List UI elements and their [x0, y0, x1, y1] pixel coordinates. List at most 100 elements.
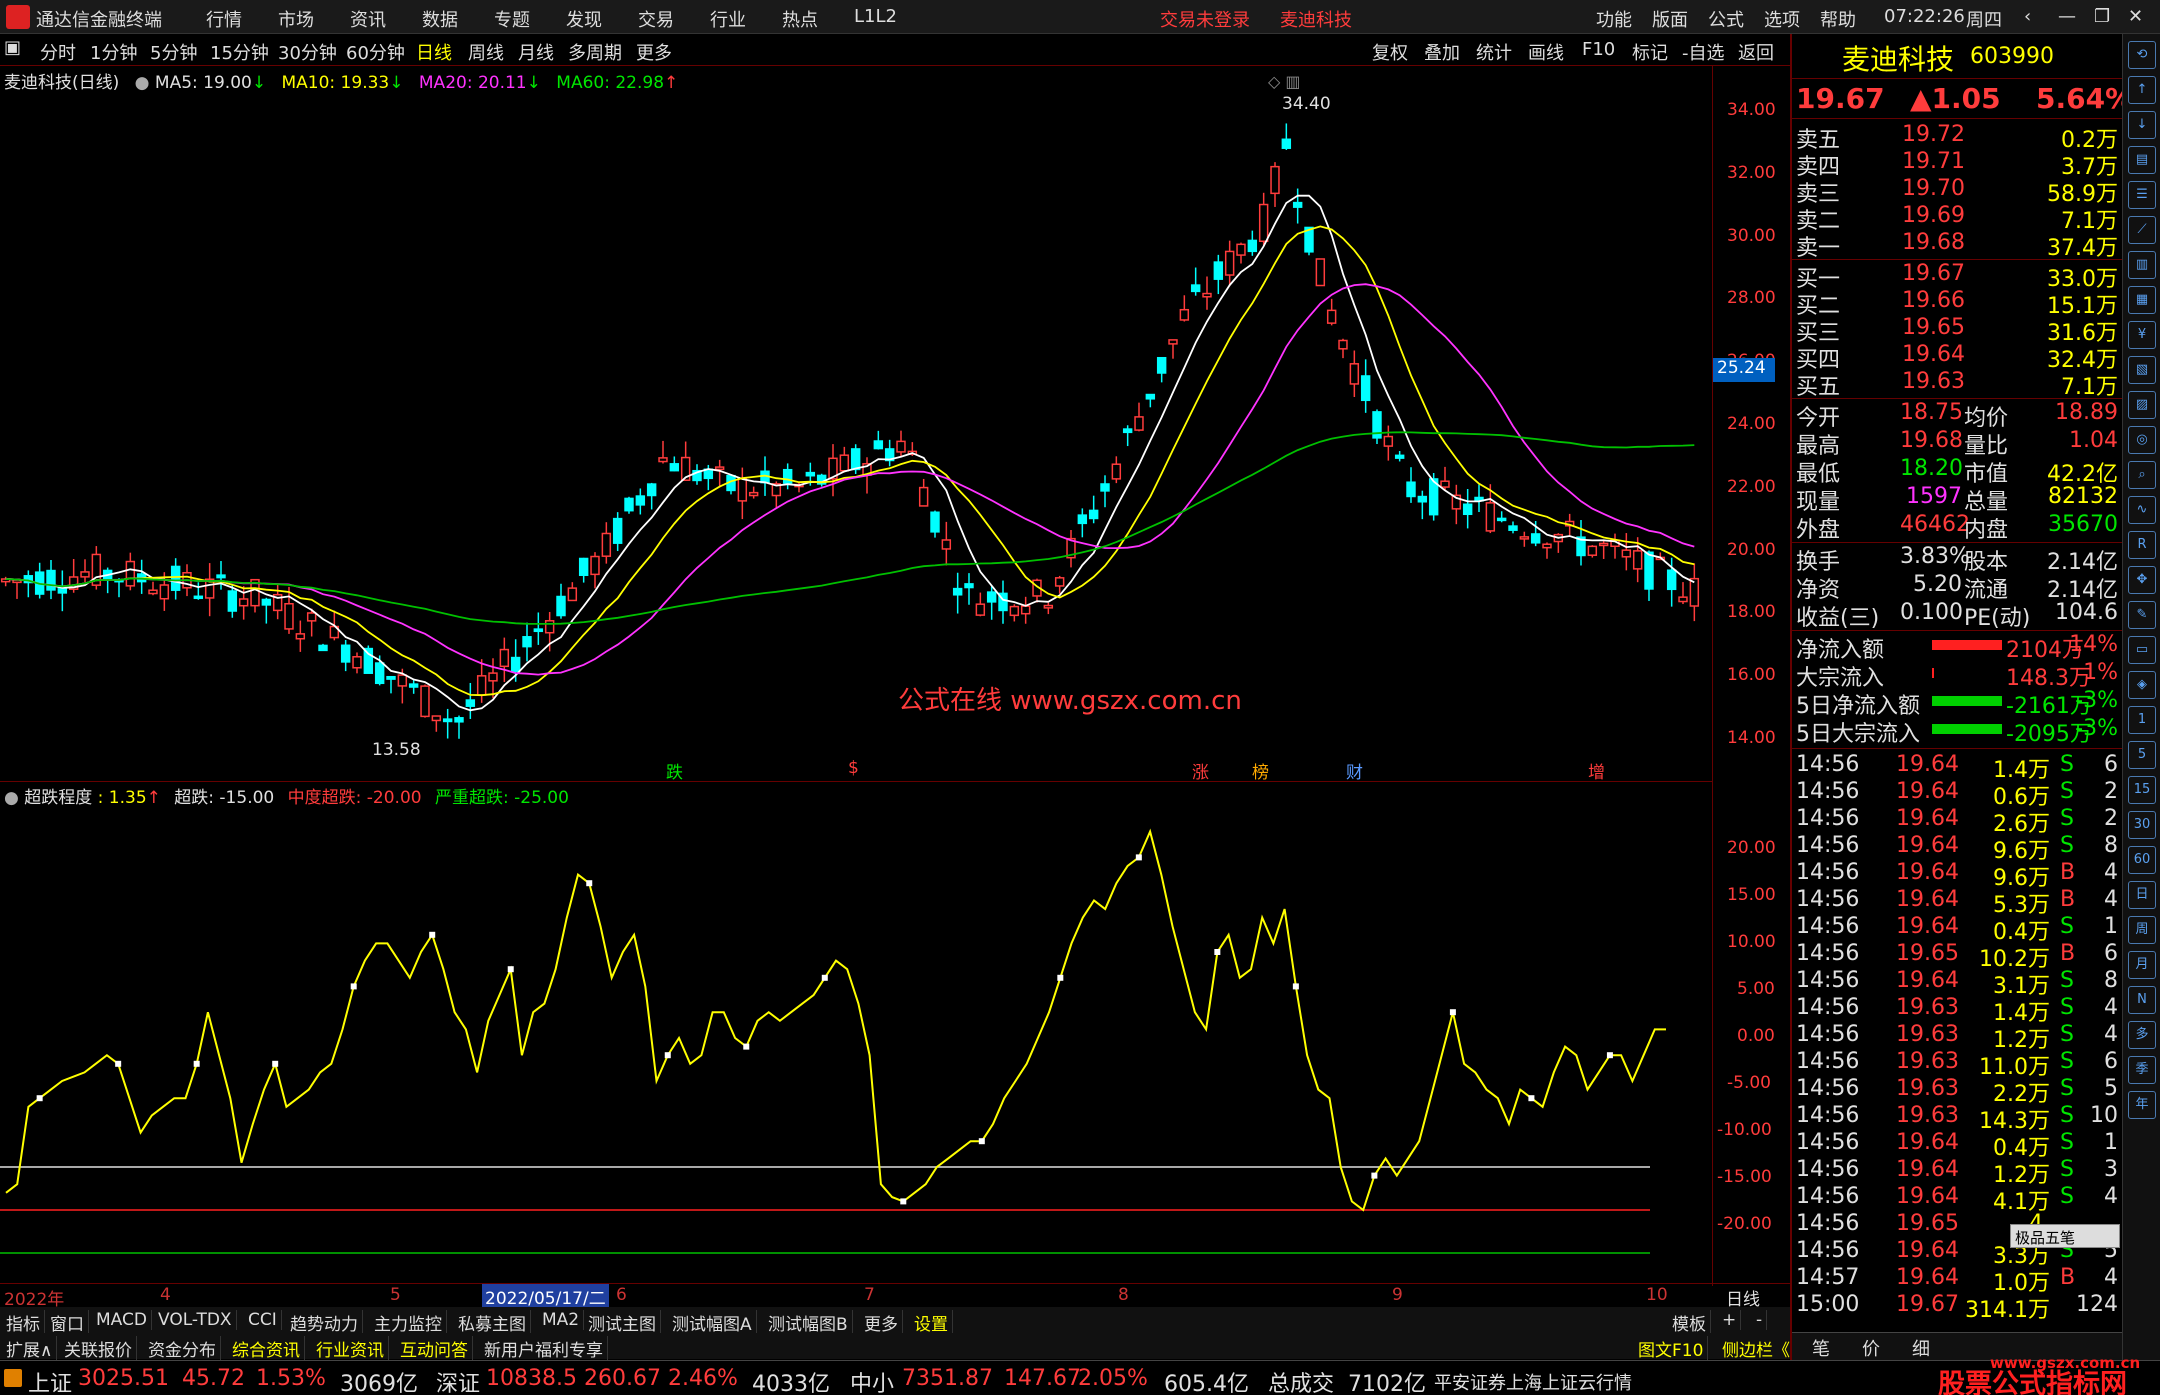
info-tab[interactable]: 互动问答 [396, 1336, 473, 1361]
tool-button[interactable]: 画线 [1528, 39, 1564, 65]
info-tab[interactable]: 关联报价 [60, 1336, 137, 1361]
tick-row[interactable]: 14:56 19.64 0.6万 S 2 [1792, 779, 2122, 810]
period-tab[interactable]: 月线 [518, 39, 554, 65]
panel-tab[interactable]: 价 [1862, 1335, 1880, 1361]
period-tab[interactable]: 15分钟 [210, 39, 269, 65]
tool-button[interactable]: 统计 [1476, 39, 1512, 65]
table-icon[interactable]: ▦ [2128, 286, 2156, 314]
menu-item[interactable]: 行业 [710, 6, 746, 32]
bid-row[interactable]: 买一 19.67 33.0万 [1792, 261, 2122, 292]
indicator-tab[interactable]: 测试主图 [584, 1310, 661, 1335]
index-label[interactable]: 中小 [850, 1366, 894, 1395]
menu-item[interactable]: L1L2 [854, 6, 897, 27]
tick-row[interactable]: 14:56 19.64 1.4万 S 6 [1792, 752, 2122, 783]
event-marker[interactable]: $ [848, 758, 859, 778]
compass-icon[interactable]: ◎ [2128, 426, 2156, 454]
period-tab[interactable]: 30分钟 [278, 39, 337, 65]
menu-item[interactable]: 热点 [782, 6, 818, 32]
year-icon[interactable]: 年 [2128, 1091, 2156, 1119]
bid-row[interactable]: 买三 19.65 31.6万 [1792, 315, 2122, 346]
indicator-tab-settings[interactable]: 设置 [910, 1310, 953, 1335]
season-icon[interactable]: 季 [2128, 1056, 2156, 1084]
tool-button[interactable]: 标记 [1632, 39, 1668, 65]
ime-popup[interactable]: 极品五笔 [2010, 1224, 2120, 1248]
tick-row[interactable]: 14:56 19.64 0.4万 S 1 [1792, 914, 2122, 945]
menu-item-right[interactable]: 版面 [1652, 6, 1688, 32]
menu-item-right[interactable]: 公式 [1708, 6, 1744, 32]
tag-icon[interactable]: ◈ [2128, 671, 2156, 699]
tick-row[interactable]: 14:56 19.63 1.2万 S 4 [1792, 1022, 2122, 1053]
ask-row[interactable]: 卖四 19.71 3.7万 [1792, 149, 2122, 180]
period-tab[interactable]: 60分钟 [346, 39, 405, 65]
tick-row[interactable]: 14:56 19.63 2.2万 S 5 [1792, 1076, 2122, 1107]
template-button[interactable]: 模板 [1668, 1310, 1711, 1335]
period-tab[interactable]: 周线 [468, 39, 504, 65]
up-arrow-icon[interactable]: ↑ [2128, 76, 2156, 104]
fund-icon[interactable]: ¥ [2128, 321, 2156, 349]
menu-item-right[interactable]: 功能 [1596, 6, 1632, 32]
ask-row[interactable]: 卖三 19.70 58.9万 [1792, 176, 2122, 207]
ask-row[interactable]: 卖五 19.72 0.2万 [1792, 122, 2122, 153]
day-icon[interactable]: 日 [2128, 881, 2156, 909]
move-icon[interactable]: ✥ [2128, 566, 2156, 594]
indicator-tab[interactable]: 测试幅图A [668, 1310, 757, 1335]
tick-row[interactable]: 14:56 19.63 11.0万 S 6 [1792, 1049, 2122, 1080]
close-icon[interactable]: ✕ [2128, 6, 2143, 27]
menu-item[interactable]: 交易 [638, 6, 674, 32]
panel-tab[interactable]: 笔 [1812, 1335, 1830, 1361]
indicator-tab[interactable]: 更多 [860, 1310, 903, 1335]
period-tab[interactable]: 分时 [40, 39, 76, 65]
sidebar-toggle[interactable]: 侧边栏《 [1718, 1336, 1795, 1361]
tool-button[interactable]: F10 [1582, 39, 1615, 60]
tick-row[interactable]: 14:56 19.63 1.4万 S 4 [1792, 995, 2122, 1026]
indicator-tab[interactable]: MA2 [538, 1310, 585, 1330]
tick-row[interactable]: 14:56 19.64 9.6万 S 8 [1792, 833, 2122, 864]
bid-row[interactable]: 买二 19.66 15.1万 [1792, 288, 2122, 319]
multi-icon[interactable]: 多 [2128, 1021, 2156, 1049]
menu-item[interactable]: 数据 [422, 6, 458, 32]
remove-button[interactable]: - [1752, 1310, 1768, 1330]
status-icon[interactable] [4, 1369, 22, 1387]
stats-icon[interactable]: ▧ [2128, 356, 2156, 384]
toggle-panel-icon[interactable]: ▣ [4, 37, 21, 58]
indicator-tab[interactable]: 测试幅图B [764, 1310, 853, 1335]
list-icon[interactable]: ☰ [2128, 181, 2156, 209]
period-15-icon[interactable]: 15 [2128, 776, 2156, 804]
period-1-icon[interactable]: 1 [2128, 706, 2156, 734]
ask-row[interactable]: 卖二 19.69 7.1万 [1792, 203, 2122, 234]
add-button[interactable]: + [1718, 1310, 1742, 1330]
tick-row[interactable]: 14:56 19.65 10.2万 B 6 [1792, 941, 2122, 972]
panel-tab[interactable]: 细 [1912, 1335, 1930, 1361]
period-5-icon[interactable]: 5 [2128, 741, 2156, 769]
tick-row[interactable]: 14:56 19.64 9.6万 B 4 [1792, 860, 2122, 891]
bid-row[interactable]: 买四 19.64 32.4万 [1792, 342, 2122, 373]
info-tab[interactable]: 新用户福利专享 [480, 1336, 608, 1361]
week-icon[interactable]: 周 [2128, 916, 2156, 944]
wave-icon[interactable]: ∿ [2128, 496, 2156, 524]
indicator-tab[interactable]: 趋势动力 [286, 1310, 363, 1335]
indicator-tab[interactable]: CCI [244, 1310, 282, 1330]
menu-item-right[interactable]: 选项 [1764, 6, 1800, 32]
indicator-tab[interactable]: 私募主图 [454, 1310, 531, 1335]
indicator-tab[interactable]: MACD [92, 1310, 152, 1330]
indicator-tab[interactable]: 主力监控 [370, 1310, 447, 1335]
minimize-icon[interactable]: — [2058, 6, 2076, 27]
event-marker[interactable]: 增 [1588, 758, 1605, 783]
line-chart-icon[interactable]: ⟋ [2128, 216, 2156, 244]
tool-button[interactable]: 复权 [1372, 39, 1408, 65]
candlestick-chart[interactable]: 麦迪科技(日线) ● MA5: 19.00↓ MA10: 19.33↓ MA20… [0, 66, 1712, 783]
tick-row[interactable]: 15:00 19.67 314.1万 124 [1792, 1292, 2122, 1323]
tick-row[interactable]: 14:56 19.64 4.1万 S 4 [1792, 1184, 2122, 1215]
tool-button[interactable]: -自选 [1682, 39, 1725, 65]
search-icon[interactable]: ⌕ [2128, 461, 2156, 489]
menu-item[interactable]: 专题 [494, 6, 530, 32]
back-icon[interactable]: ‹ [2024, 6, 2031, 27]
menu-item[interactable]: 发现 [566, 6, 602, 32]
n-icon[interactable]: N [2128, 986, 2156, 1014]
period-tab[interactable]: 1分钟 [90, 39, 137, 65]
period-30-icon[interactable]: 30 [2128, 811, 2156, 839]
period-60-icon[interactable]: 60 [2128, 846, 2156, 874]
tool-button[interactable]: 返回 [1738, 39, 1774, 65]
indicator-tab[interactable]: 窗口 [46, 1310, 89, 1335]
info-tab[interactable]: 行业资讯 [312, 1336, 389, 1361]
